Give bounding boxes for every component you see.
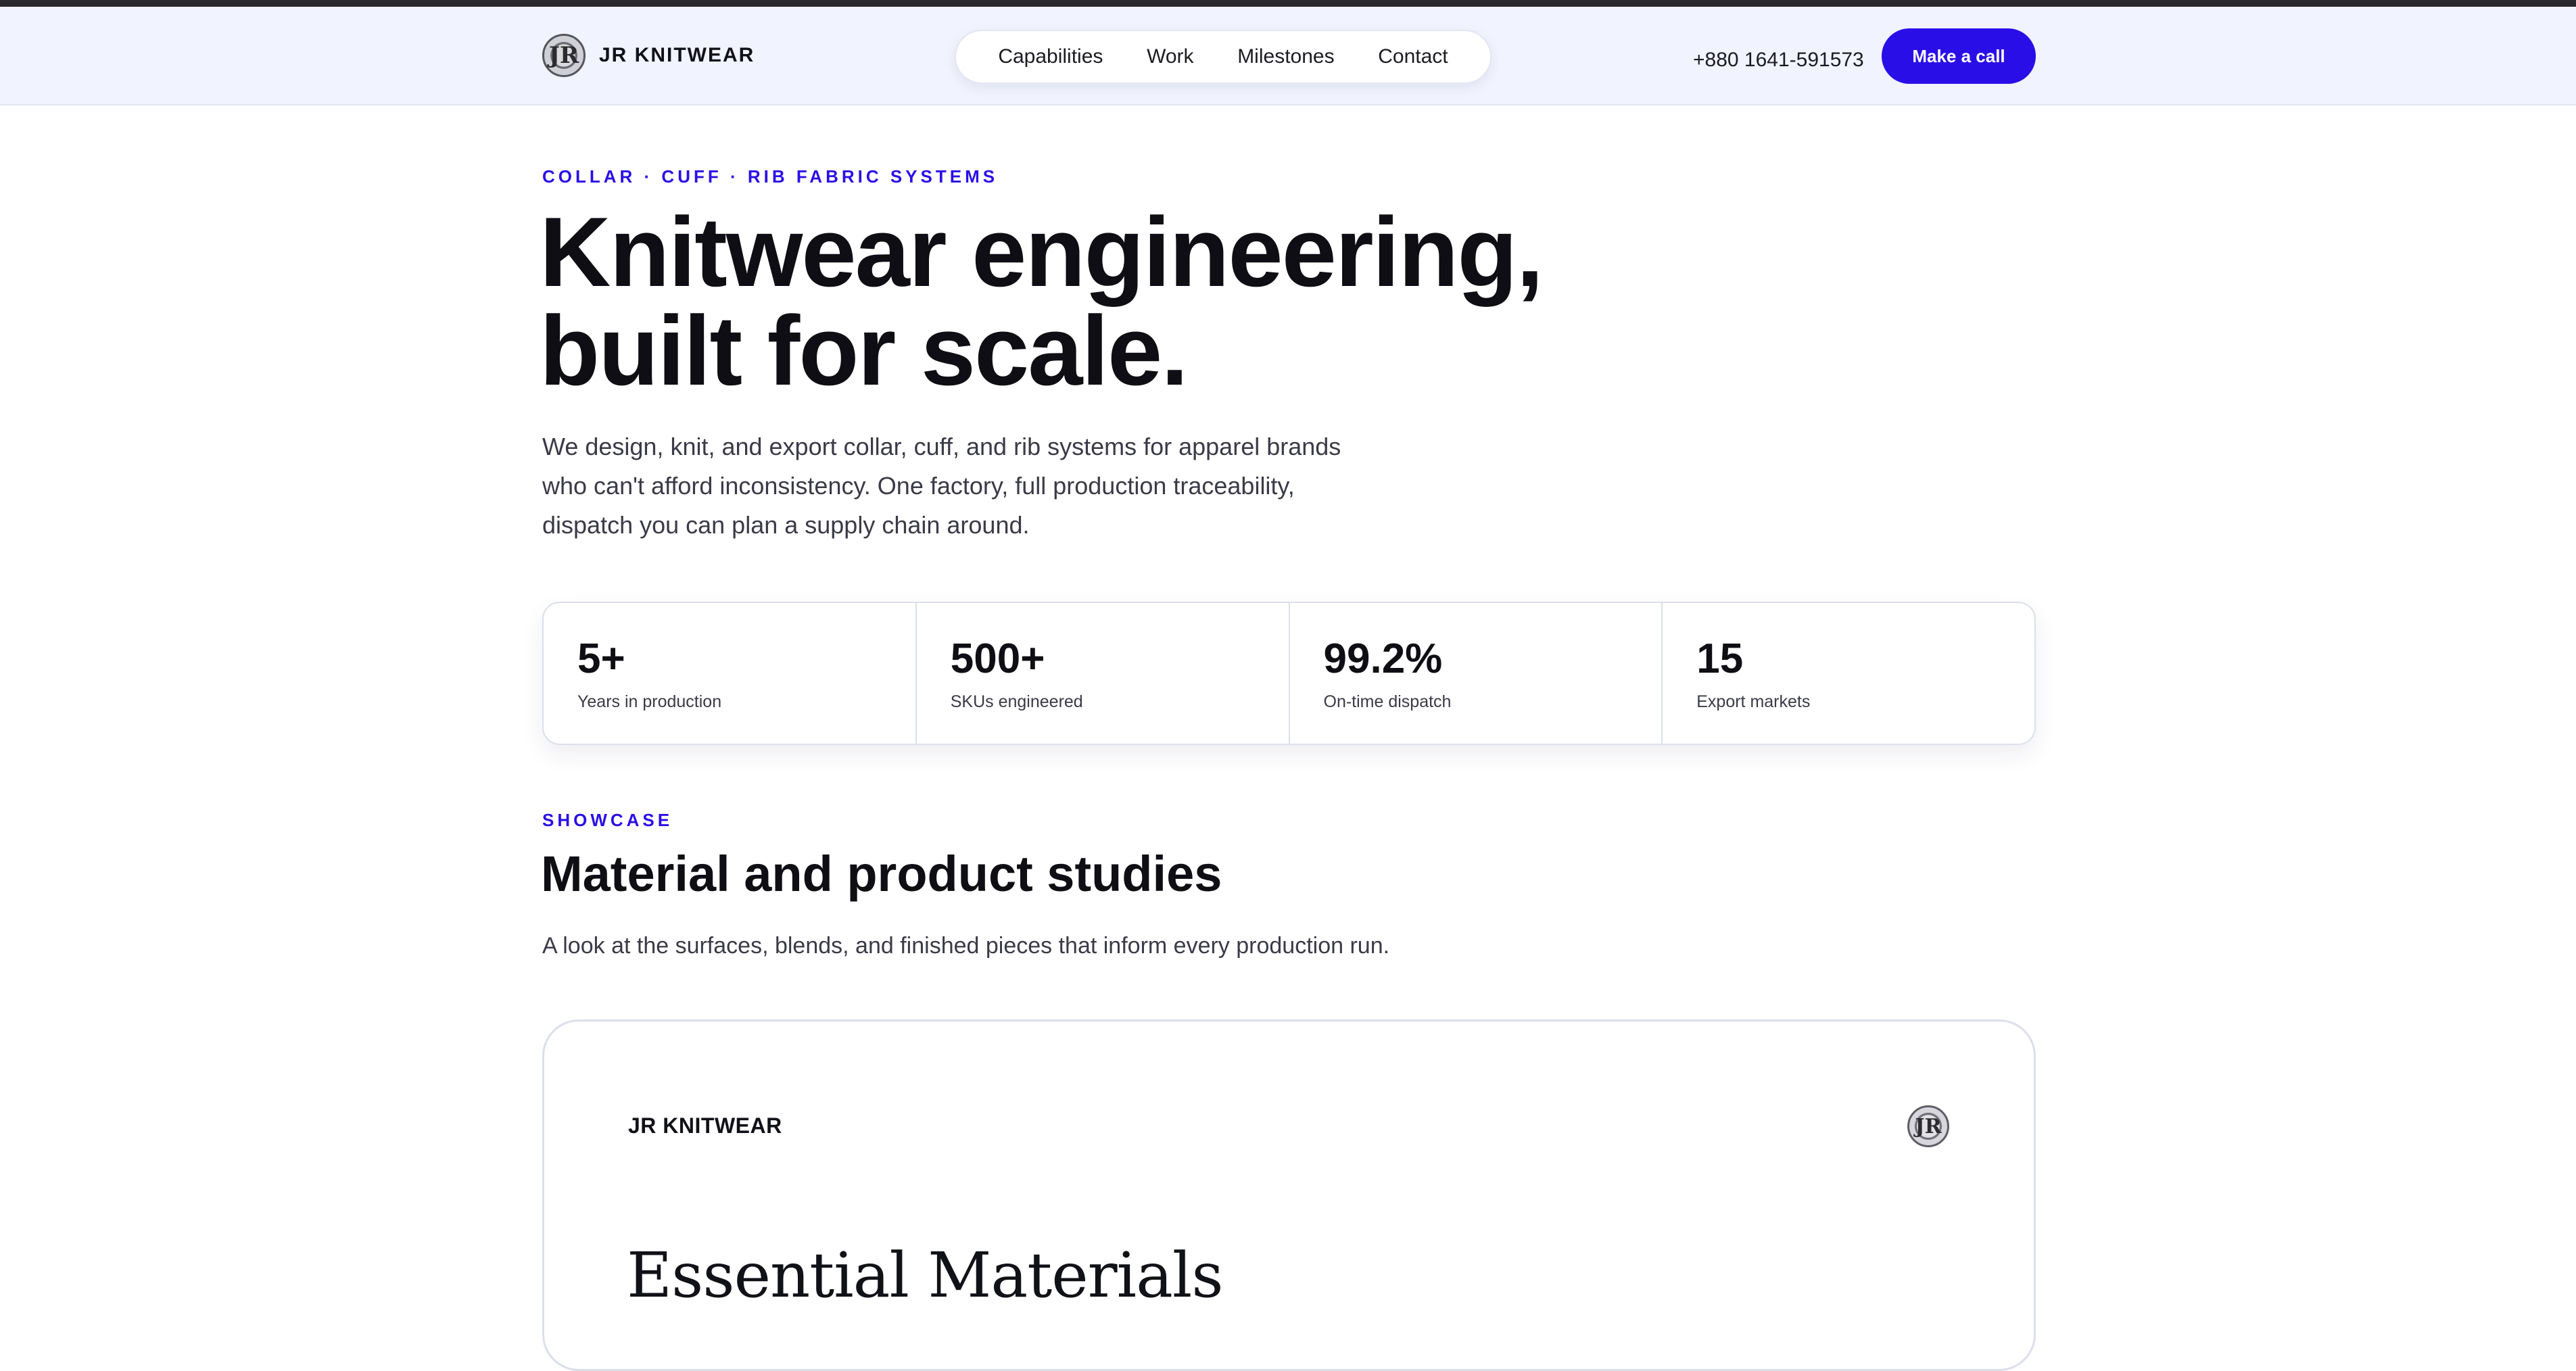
showcase-card[interactable]: JR KNITWEAR JR Essential Materials	[542, 1019, 2036, 1371]
hero-description-line-2: who can't afford inconsistency. One fact…	[542, 472, 1295, 500]
stat-value: 15	[1696, 635, 1744, 682]
nav-capabilities[interactable]: Capabilities	[998, 45, 1103, 68]
stat-dispatch: 99.2% On-time dispatch	[1290, 603, 1663, 744]
stat-value: 99.2%	[1323, 635, 1443, 682]
stat-skus: 500+ SKUs engineered	[917, 603, 1290, 744]
showcase-eyebrow: SHOWCASE	[542, 810, 673, 830]
card-title: Essential Materials	[627, 1239, 1224, 1312]
nav-contact[interactable]: Contact	[1378, 45, 1448, 68]
card-logo-icon: JR	[1907, 1105, 1949, 1147]
stat-value: 500+	[950, 635, 1045, 682]
hero-eyebrow: COLLAR · CUFF · RIB FABRIC SYSTEMS	[542, 166, 999, 187]
hero-description: We design, knit, and export collar, cuff…	[542, 427, 1421, 545]
top-window-strip	[0, 0, 2576, 7]
stat-value: 5+	[577, 635, 625, 682]
stat-label: Years in production	[577, 692, 722, 711]
brand-name: JR KNITWEAR	[599, 44, 755, 66]
stat-label: Export markets	[1696, 692, 1811, 711]
nav-milestones[interactable]: Milestones	[1237, 45, 1334, 68]
showcase-description: A look at the surfaces, blends, and fini…	[542, 933, 1390, 959]
hero-title: Knitwear engineering, built for scale.	[540, 203, 1621, 400]
make-a-call-button[interactable]: Make a call	[1882, 28, 2036, 84]
stat-markets: 15 Export markets	[1663, 603, 2034, 744]
brand[interactable]: JR JR KNITWEAR	[542, 32, 755, 78]
nav-work[interactable]: Work	[1147, 45, 1193, 68]
brand-logo-icon: JR	[542, 34, 586, 77]
hero-title-line-2: built for scale.	[540, 295, 1189, 406]
hero-title-line-1: Knitwear engineering,	[540, 197, 1544, 307]
stat-label: SKUs engineered	[950, 692, 1083, 711]
phone-number-link[interactable]: +880 1641-591573	[1693, 49, 1864, 72]
stat-label: On-time dispatch	[1323, 692, 1452, 711]
main-nav: Capabilities Work Milestones Contact	[955, 30, 1492, 84]
hero-description-line-3: dispatch you can plan a supply chain aro…	[542, 511, 1030, 539]
card-brand-name: JR KNITWEAR	[628, 1113, 782, 1138]
showcase-title: Material and product studies	[541, 846, 1222, 902]
hero-description-line-1: We design, knit, and export collar, cuff…	[542, 433, 1341, 460]
stat-years: 5+ Years in production	[544, 603, 917, 744]
stats-panel: 5+ Years in production 500+ SKUs enginee…	[542, 602, 2036, 745]
site-header: JR JR KNITWEAR Capabilities Work Milesto…	[0, 7, 2576, 105]
